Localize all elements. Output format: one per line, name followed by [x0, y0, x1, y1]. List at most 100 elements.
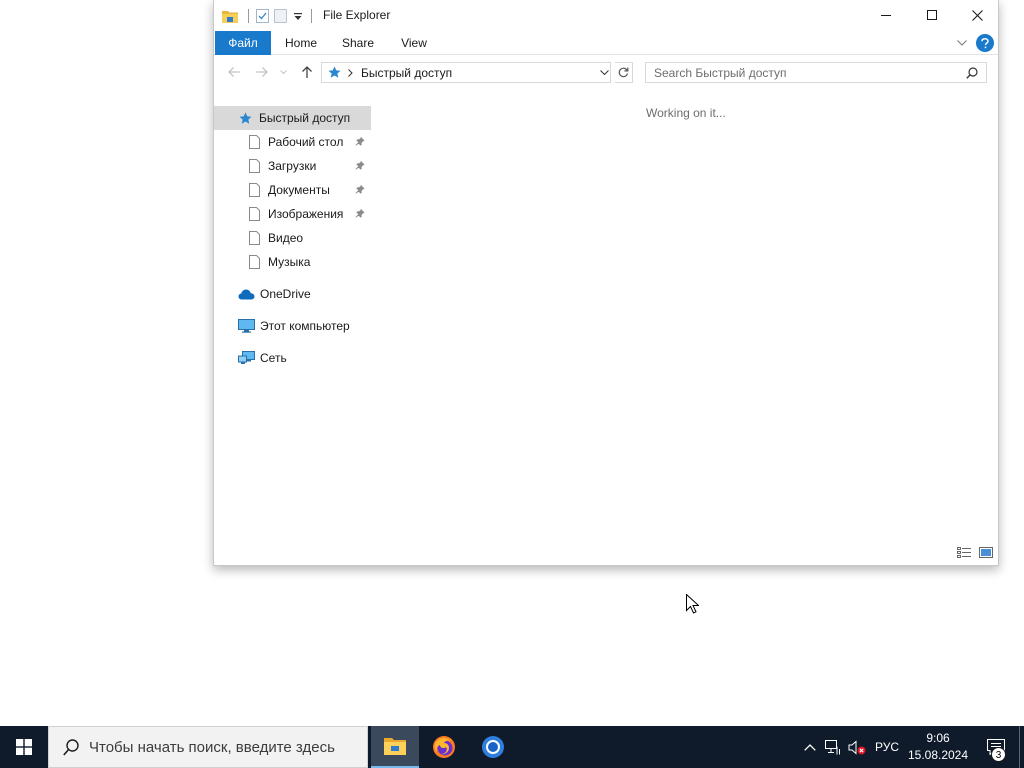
- file-explorer-icon: [384, 738, 406, 755]
- computer-icon: [238, 319, 255, 333]
- nav-item-label: Документы: [268, 183, 330, 197]
- nav-item-this-pc[interactable]: Этот компьютер: [214, 314, 371, 338]
- taskbar-app-chrome[interactable]: [469, 726, 517, 768]
- pin-icon[interactable]: [355, 184, 365, 194]
- details-view-button[interactable]: [956, 545, 972, 559]
- navigation-bar: Быстрый доступ: [214, 56, 998, 88]
- large-icons-view-button[interactable]: [978, 545, 994, 559]
- cloud-icon: [238, 289, 255, 299]
- address-history-button[interactable]: [597, 63, 611, 82]
- pin-icon[interactable]: [355, 160, 365, 170]
- nav-item-desktop[interactable]: Рабочий стол: [214, 130, 371, 154]
- show-desktop-button[interactable]: [1019, 726, 1020, 768]
- tab-share[interactable]: Share: [334, 31, 382, 55]
- properties-icon[interactable]: [255, 9, 269, 23]
- back-button[interactable]: [224, 62, 244, 82]
- address-bar[interactable]: Быстрый доступ: [321, 62, 611, 83]
- forward-button[interactable]: [252, 62, 272, 82]
- up-button[interactable]: [297, 62, 317, 82]
- nav-item-downloads[interactable]: Загрузки: [214, 154, 371, 178]
- file-explorer-window: File Explorer Файл Home Share View Быстр…: [213, 0, 999, 566]
- toolbar-divider: [248, 9, 249, 23]
- input-language-indicator[interactable]: РУС: [870, 726, 904, 768]
- start-button[interactable]: [0, 726, 48, 768]
- customize-toolbar-icon[interactable]: [291, 9, 305, 23]
- search-input[interactable]: [646, 63, 956, 82]
- tab-view[interactable]: View: [390, 31, 438, 55]
- nav-item-videos[interactable]: Видео: [214, 226, 371, 250]
- taskbar-app-firefox[interactable]: [420, 726, 468, 768]
- toolbar-divider: [311, 9, 312, 23]
- chevron-down-icon: [599, 70, 609, 75]
- large-icons-view-icon: [979, 546, 993, 558]
- search-icon: [63, 738, 79, 756]
- tab-file[interactable]: Файл: [215, 31, 271, 55]
- quick-access-toolbar: [222, 7, 318, 25]
- taskbar-app-file-explorer[interactable]: [371, 726, 419, 768]
- address-path: Быстрый доступ: [361, 66, 453, 80]
- loading-status: Working on it...: [646, 106, 726, 120]
- chevron-down-icon: [957, 40, 967, 46]
- nav-item-onedrive[interactable]: OneDrive: [214, 282, 371, 306]
- maximize-icon: [927, 10, 937, 20]
- title-bar[interactable]: File Explorer: [214, 0, 998, 31]
- arrow-up-icon: [302, 66, 312, 78]
- refresh-icon: [618, 67, 629, 78]
- close-button[interactable]: [954, 0, 1000, 30]
- clock-time: 9:06: [926, 731, 950, 745]
- help-button[interactable]: [976, 34, 994, 52]
- document-icon: [249, 183, 260, 197]
- network-tray-button[interactable]: [822, 726, 844, 768]
- document-icon: [249, 255, 260, 269]
- expand-ribbon-button[interactable]: [952, 34, 972, 52]
- breadcrumb-chevron-icon: [348, 69, 353, 77]
- windows-logo-icon: [16, 739, 32, 755]
- volume-tray-button[interactable]: [846, 726, 868, 768]
- firefox-icon: [433, 736, 455, 758]
- nav-item-label: Рабочий стол: [268, 135, 344, 149]
- details-view-icon: [956, 546, 971, 558]
- minimize-button[interactable]: [863, 0, 909, 30]
- new-folder-icon[interactable]: [273, 9, 287, 23]
- taskbar: РУС 9:06 15.08.2024: [0, 726, 1024, 768]
- document-icon: [249, 231, 260, 245]
- nav-item-quick-access[interactable]: Быстрый доступ: [214, 106, 371, 130]
- nav-item-label: Видео: [268, 231, 304, 245]
- refresh-button[interactable]: [615, 62, 633, 83]
- nav-item-label: Изображения: [268, 207, 344, 221]
- clock[interactable]: 9:06 15.08.2024: [906, 730, 970, 764]
- view-toggle: [956, 545, 994, 559]
- notification-count-badge: 3: [991, 747, 1006, 762]
- arrow-right-icon: [256, 67, 268, 77]
- nav-item-pictures[interactable]: Изображения: [214, 202, 371, 226]
- pin-icon[interactable]: [355, 208, 365, 218]
- chrome-icon: [482, 736, 504, 758]
- tab-home[interactable]: Home: [276, 31, 326, 55]
- quick-access-star-icon: [239, 112, 252, 124]
- ribbon-tabs: Файл Home Share View: [214, 31, 998, 55]
- pin-icon[interactable]: [355, 136, 365, 146]
- nav-item-label: Сеть: [260, 351, 287, 365]
- chevron-down-icon: [279, 70, 287, 74]
- nav-item-network[interactable]: Сеть: [214, 346, 371, 370]
- window-title: File Explorer: [323, 8, 391, 22]
- document-icon: [249, 207, 260, 221]
- show-hidden-icons-button[interactable]: [800, 726, 820, 768]
- taskbar-search-box[interactable]: [48, 726, 368, 768]
- nav-item-label: OneDrive: [260, 287, 311, 301]
- nav-item-documents[interactable]: Документы: [214, 178, 371, 202]
- volume-muted-icon: [848, 739, 866, 755]
- close-icon: [971, 9, 983, 21]
- mouse-cursor-icon: [686, 594, 699, 614]
- document-icon: [249, 159, 260, 173]
- network-icon: [238, 351, 255, 364]
- recent-locations-button[interactable]: [277, 62, 289, 82]
- taskbar-search-input[interactable]: [89, 738, 359, 756]
- folder-icon[interactable]: [222, 9, 238, 23]
- quick-access-star-icon: [328, 66, 341, 78]
- maximize-button[interactable]: [909, 0, 955, 30]
- help-icon: [981, 37, 989, 48]
- nav-item-music[interactable]: Музыка: [214, 250, 371, 274]
- chevron-up-icon: [804, 743, 816, 751]
- search-box[interactable]: [645, 62, 987, 83]
